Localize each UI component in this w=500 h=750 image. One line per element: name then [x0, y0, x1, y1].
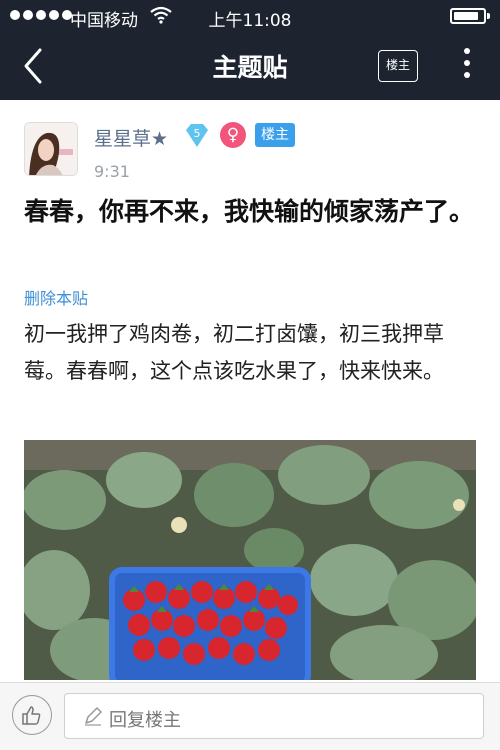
- post-time: 9:31: [94, 162, 130, 181]
- post-image[interactable]: [24, 440, 476, 680]
- post-title: 春春，你再不来，我快输的倾家荡产了。: [24, 197, 475, 226]
- op-badge: 楼主: [255, 123, 295, 147]
- nav-bar: 主题贴 楼主: [0, 32, 500, 100]
- female-icon: ♀: [220, 122, 246, 148]
- bottom-bar: 回复楼主: [0, 682, 500, 750]
- level-badge: 5: [184, 122, 210, 148]
- delete-post-link[interactable]: 删除本贴: [24, 285, 88, 309]
- level-number: 5: [194, 127, 201, 140]
- more-dot-icon: [464, 60, 470, 66]
- status-bar: 中国移动 上午11:08: [0, 0, 500, 32]
- reply-placeholder: 回复楼主: [109, 710, 181, 731]
- post-header: 星星草★ 5 ♀ 楼主 9:31: [24, 122, 484, 182]
- more-dot-icon: [464, 48, 470, 54]
- post-body: 初一我押了鸡肉卷，初二打卤馕，初三我押草莓。春春啊，这个点该吃水果了，快来快来。: [24, 322, 444, 383]
- reply-input[interactable]: 回复楼主: [64, 693, 484, 739]
- like-button[interactable]: [12, 695, 52, 735]
- avatar[interactable]: [24, 122, 78, 176]
- more-dot-icon: [464, 72, 470, 78]
- only-op-button[interactable]: 楼主: [378, 50, 418, 82]
- strawberry-basket-photo: [24, 440, 476, 680]
- status-clock: 上午11:08: [208, 11, 292, 31]
- page-title: 主题贴: [212, 53, 288, 82]
- battery-icon: [450, 8, 490, 24]
- more-menu-button[interactable]: [462, 48, 472, 84]
- pencil-icon: [85, 707, 102, 726]
- top-bar: 中国移动 上午11:08 主题贴 楼主: [0, 0, 500, 100]
- thumbs-up-icon: [22, 706, 41, 725]
- author-name[interactable]: 星星草★: [94, 124, 168, 151]
